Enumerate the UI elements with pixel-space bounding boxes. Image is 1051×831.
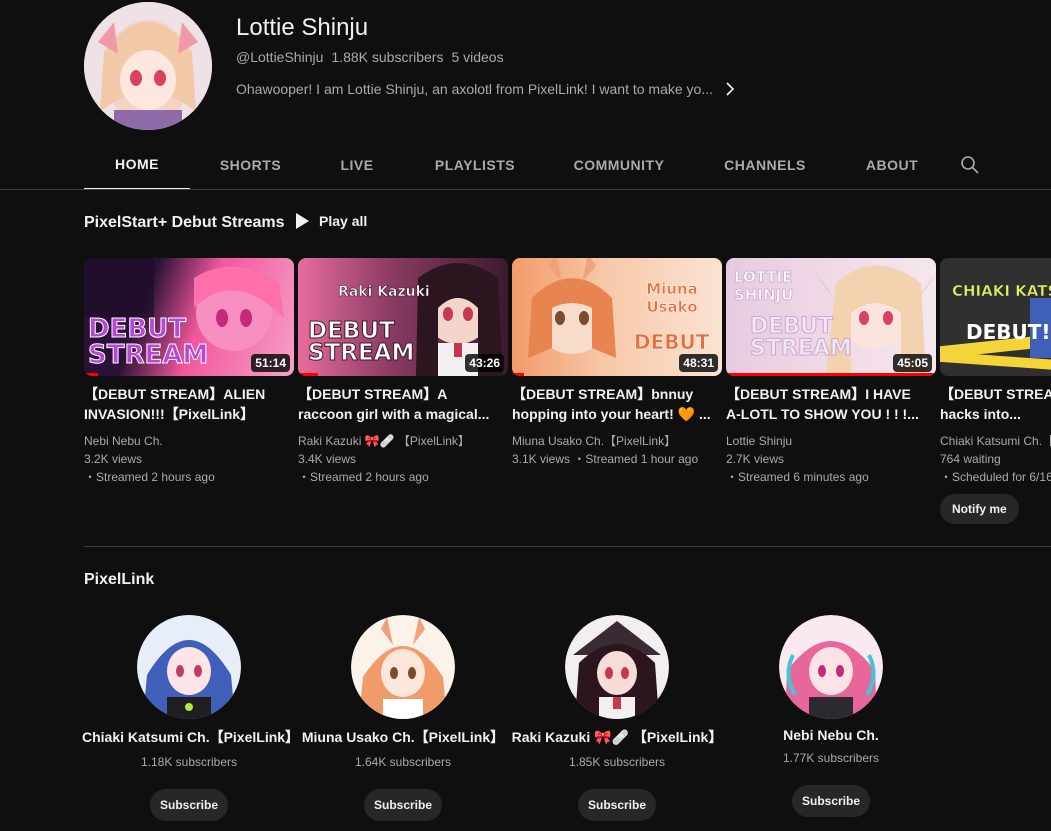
channel-avatar[interactable] (84, 2, 212, 130)
channel-tabs: HOME SHORTS LIVE PLAYLISTS COMMUNITY CHA… (84, 140, 995, 190)
channel-subscribers: 1.85K subscribers (568, 755, 666, 769)
tab-live[interactable]: LIVE (311, 140, 403, 190)
video-views: 3.1K views (512, 452, 571, 466)
channel-subscribers: 1.64K subscribers (354, 755, 452, 769)
video-time: ・Scheduled for 6/16 (940, 470, 1051, 484)
thumbnail-text: DEBUT! (966, 320, 1051, 344)
subscribe-button[interactable]: Subscribe (578, 789, 656, 821)
channel-avatar[interactable] (351, 615, 455, 719)
avatar-art (565, 615, 669, 719)
video-time: ・Streamed 2 hours ago (298, 470, 429, 484)
tab-shorts[interactable]: SHORTS (190, 140, 311, 190)
video-channel[interactable]: Nebi Nebu Ch. (84, 432, 294, 450)
video-time: ・Streamed 2 hours ago (84, 470, 215, 484)
avatar-art (137, 615, 241, 719)
play-icon (296, 213, 309, 229)
notify-me-button[interactable]: Notify me (940, 494, 1019, 524)
video-thumbnail[interactable]: Miuna Usako DEBUT 48:31 (512, 258, 722, 376)
avatar-art (84, 2, 212, 130)
tab-community[interactable]: COMMUNITY (547, 140, 691, 190)
chevron-right-icon[interactable] (725, 81, 735, 97)
channel-avatar[interactable] (565, 615, 669, 719)
subscribe-button[interactable]: Subscribe (792, 785, 870, 817)
duration-badge: 43:26 (465, 354, 504, 372)
video-title[interactable]: 【DEBUT STREAM】A raccoon girl with a magi… (298, 384, 498, 424)
description-text: Ohawooper! I am Lottie Shinju, an axolot… (236, 81, 714, 97)
video-thumbnail[interactable]: LOTTIE SHINJU DEBUT STREAM 45:05 (726, 258, 936, 376)
channel-description[interactable]: Ohawooper! I am Lottie Shinju, an axolot… (236, 81, 735, 97)
video-title[interactable]: 【DEBUT STREAM】I HAVE A-LOTL TO SHOW YOU … (726, 384, 926, 424)
video-views: 2.7K views (726, 452, 785, 466)
channel-subscribers: 1.18K subscribers (140, 755, 238, 769)
duration-badge: 51:14 (251, 354, 290, 372)
play-all-label: Play all (319, 213, 368, 229)
watch-progress (298, 373, 318, 376)
thumbnail-subtext: LOTTIE SHINJU (734, 268, 794, 305)
watch-progress (726, 373, 936, 376)
thumbnail-text: DEBUT (634, 330, 710, 355)
channel-title: Lottie Shinju (236, 14, 369, 41)
channel-card[interactable]: Nebi Nebu Ch. 1.77K subscribers Subscrib… (724, 615, 938, 817)
video-title[interactable]: 【DEBUT STREAM】ALIEN INVASION!!!【PixelLin… (84, 384, 284, 424)
video-thumbnail[interactable]: Raki Kazuki DEBUT STREAM 43:26 (298, 258, 508, 376)
tab-about[interactable]: ABOUT (839, 140, 945, 190)
video-channel[interactable]: Lottie Shinju (726, 432, 936, 450)
shelf-divider (84, 546, 1051, 547)
avatar-art (779, 615, 883, 719)
duration-badge: 48:31 (679, 354, 718, 372)
video-card[interactable]: DEBUT STREAM 51:14 【DEBUT STREAM】ALIEN I… (84, 258, 294, 486)
tab-playlists[interactable]: PLAYLISTS (403, 140, 547, 190)
video-title[interactable]: 【DEBUT STREAM】bnnuy hopping into your he… (512, 384, 712, 424)
avatar-art (351, 615, 455, 719)
thumbnail-subtext: Raki Kazuki (338, 284, 430, 301)
channel-avatar[interactable] (137, 615, 241, 719)
search-icon[interactable] (945, 140, 995, 190)
tabs-divider (0, 189, 1051, 190)
channel-card[interactable]: Miuna Usako Ch.【PixelLink】 1.64K subscri… (296, 615, 510, 821)
video-views-time: 3.1K views ・Streamed 1 hour ago (512, 450, 722, 468)
subscriber-count: 1.88K subscribers (331, 49, 444, 65)
channel-name[interactable]: Miuna Usako Ch.【PixelLink】 (296, 727, 510, 747)
video-thumbnail[interactable]: DEBUT STREAM 51:14 (84, 258, 294, 376)
tab-home[interactable]: HOME (84, 140, 190, 190)
watch-progress (84, 373, 98, 376)
video-views: 764 waiting (940, 452, 1001, 466)
video-views: 3.4K views (298, 452, 357, 466)
video-channel[interactable]: Miuna Usako Ch.【PixelLink】 (512, 432, 722, 450)
shelf-title[interactable]: PixelLink (84, 571, 154, 589)
subscribe-button[interactable]: Subscribe (364, 789, 442, 821)
shelf-title[interactable]: PixelStart+ Debut Streams (84, 214, 285, 232)
video-views: 3.2K views (84, 452, 143, 466)
channel-card[interactable]: Raki Kazuki 🎀🩹 【PixelLink】 1.85K subscri… (510, 615, 724, 821)
duration-badge: 45:05 (893, 354, 932, 372)
channel-name[interactable]: Raki Kazuki 🎀🩹 【PixelLink】 (510, 727, 724, 747)
channel-handle: @LottieShinju (236, 49, 324, 65)
video-card[interactable]: Miuna Usako DEBUT 48:31 【DEBUT STREAM】bn… (512, 258, 722, 468)
video-time: ・Streamed 1 hour ago (573, 452, 699, 466)
play-all-button[interactable]: Play all (296, 213, 367, 229)
video-card[interactable]: CHIAKI KATSUMI DEBUT! 【DEBUT STREAM】Hack… (940, 258, 1051, 524)
channel-avatar[interactable] (779, 615, 883, 719)
channel-subscribers: 1.77K subscribers (782, 751, 880, 765)
video-time: ・Streamed 6 minutes ago (726, 470, 869, 484)
channel-name[interactable]: Chiaki Katsumi Ch.【PixelLink】 (82, 727, 299, 747)
video-thumbnail[interactable]: CHIAKI KATSUMI DEBUT! (940, 258, 1051, 376)
video-title[interactable]: 【DEBUT STREAM】Hacker hacks into... (940, 384, 1051, 424)
thumbnail-text: DEBUT STREAM (750, 314, 853, 361)
video-channel[interactable]: Raki Kazuki 🎀🩹 【PixelLink】 (298, 432, 508, 450)
video-card[interactable]: LOTTIE SHINJU DEBUT STREAM 45:05 【DEBUT … (726, 258, 936, 486)
video-channel[interactable]: Chiaki Katsumi Ch.【 (940, 432, 1051, 450)
channel-card[interactable]: Chiaki Katsumi Ch.【PixelLink】 1.18K subs… (82, 615, 299, 821)
subscribe-button[interactable]: Subscribe (150, 789, 228, 821)
thumbnail-text: DEBUT STREAM (308, 318, 415, 366)
thumbnail-subtext: Miuna Usako (646, 280, 698, 317)
thumbnail-art (940, 258, 1051, 376)
channel-name[interactable]: Nebi Nebu Ch. (724, 727, 938, 743)
video-count: 5 videos (451, 49, 504, 65)
channel-meta: @LottieShinju 1.88K subscribers 5 videos (236, 49, 504, 65)
tab-channels[interactable]: CHANNELS (691, 140, 839, 190)
video-card[interactable]: Raki Kazuki DEBUT STREAM 43:26 【DEBUT ST… (298, 258, 508, 486)
watch-progress (512, 373, 524, 376)
thumbnail-subtext: CHIAKI KATSUMI (952, 282, 1051, 301)
